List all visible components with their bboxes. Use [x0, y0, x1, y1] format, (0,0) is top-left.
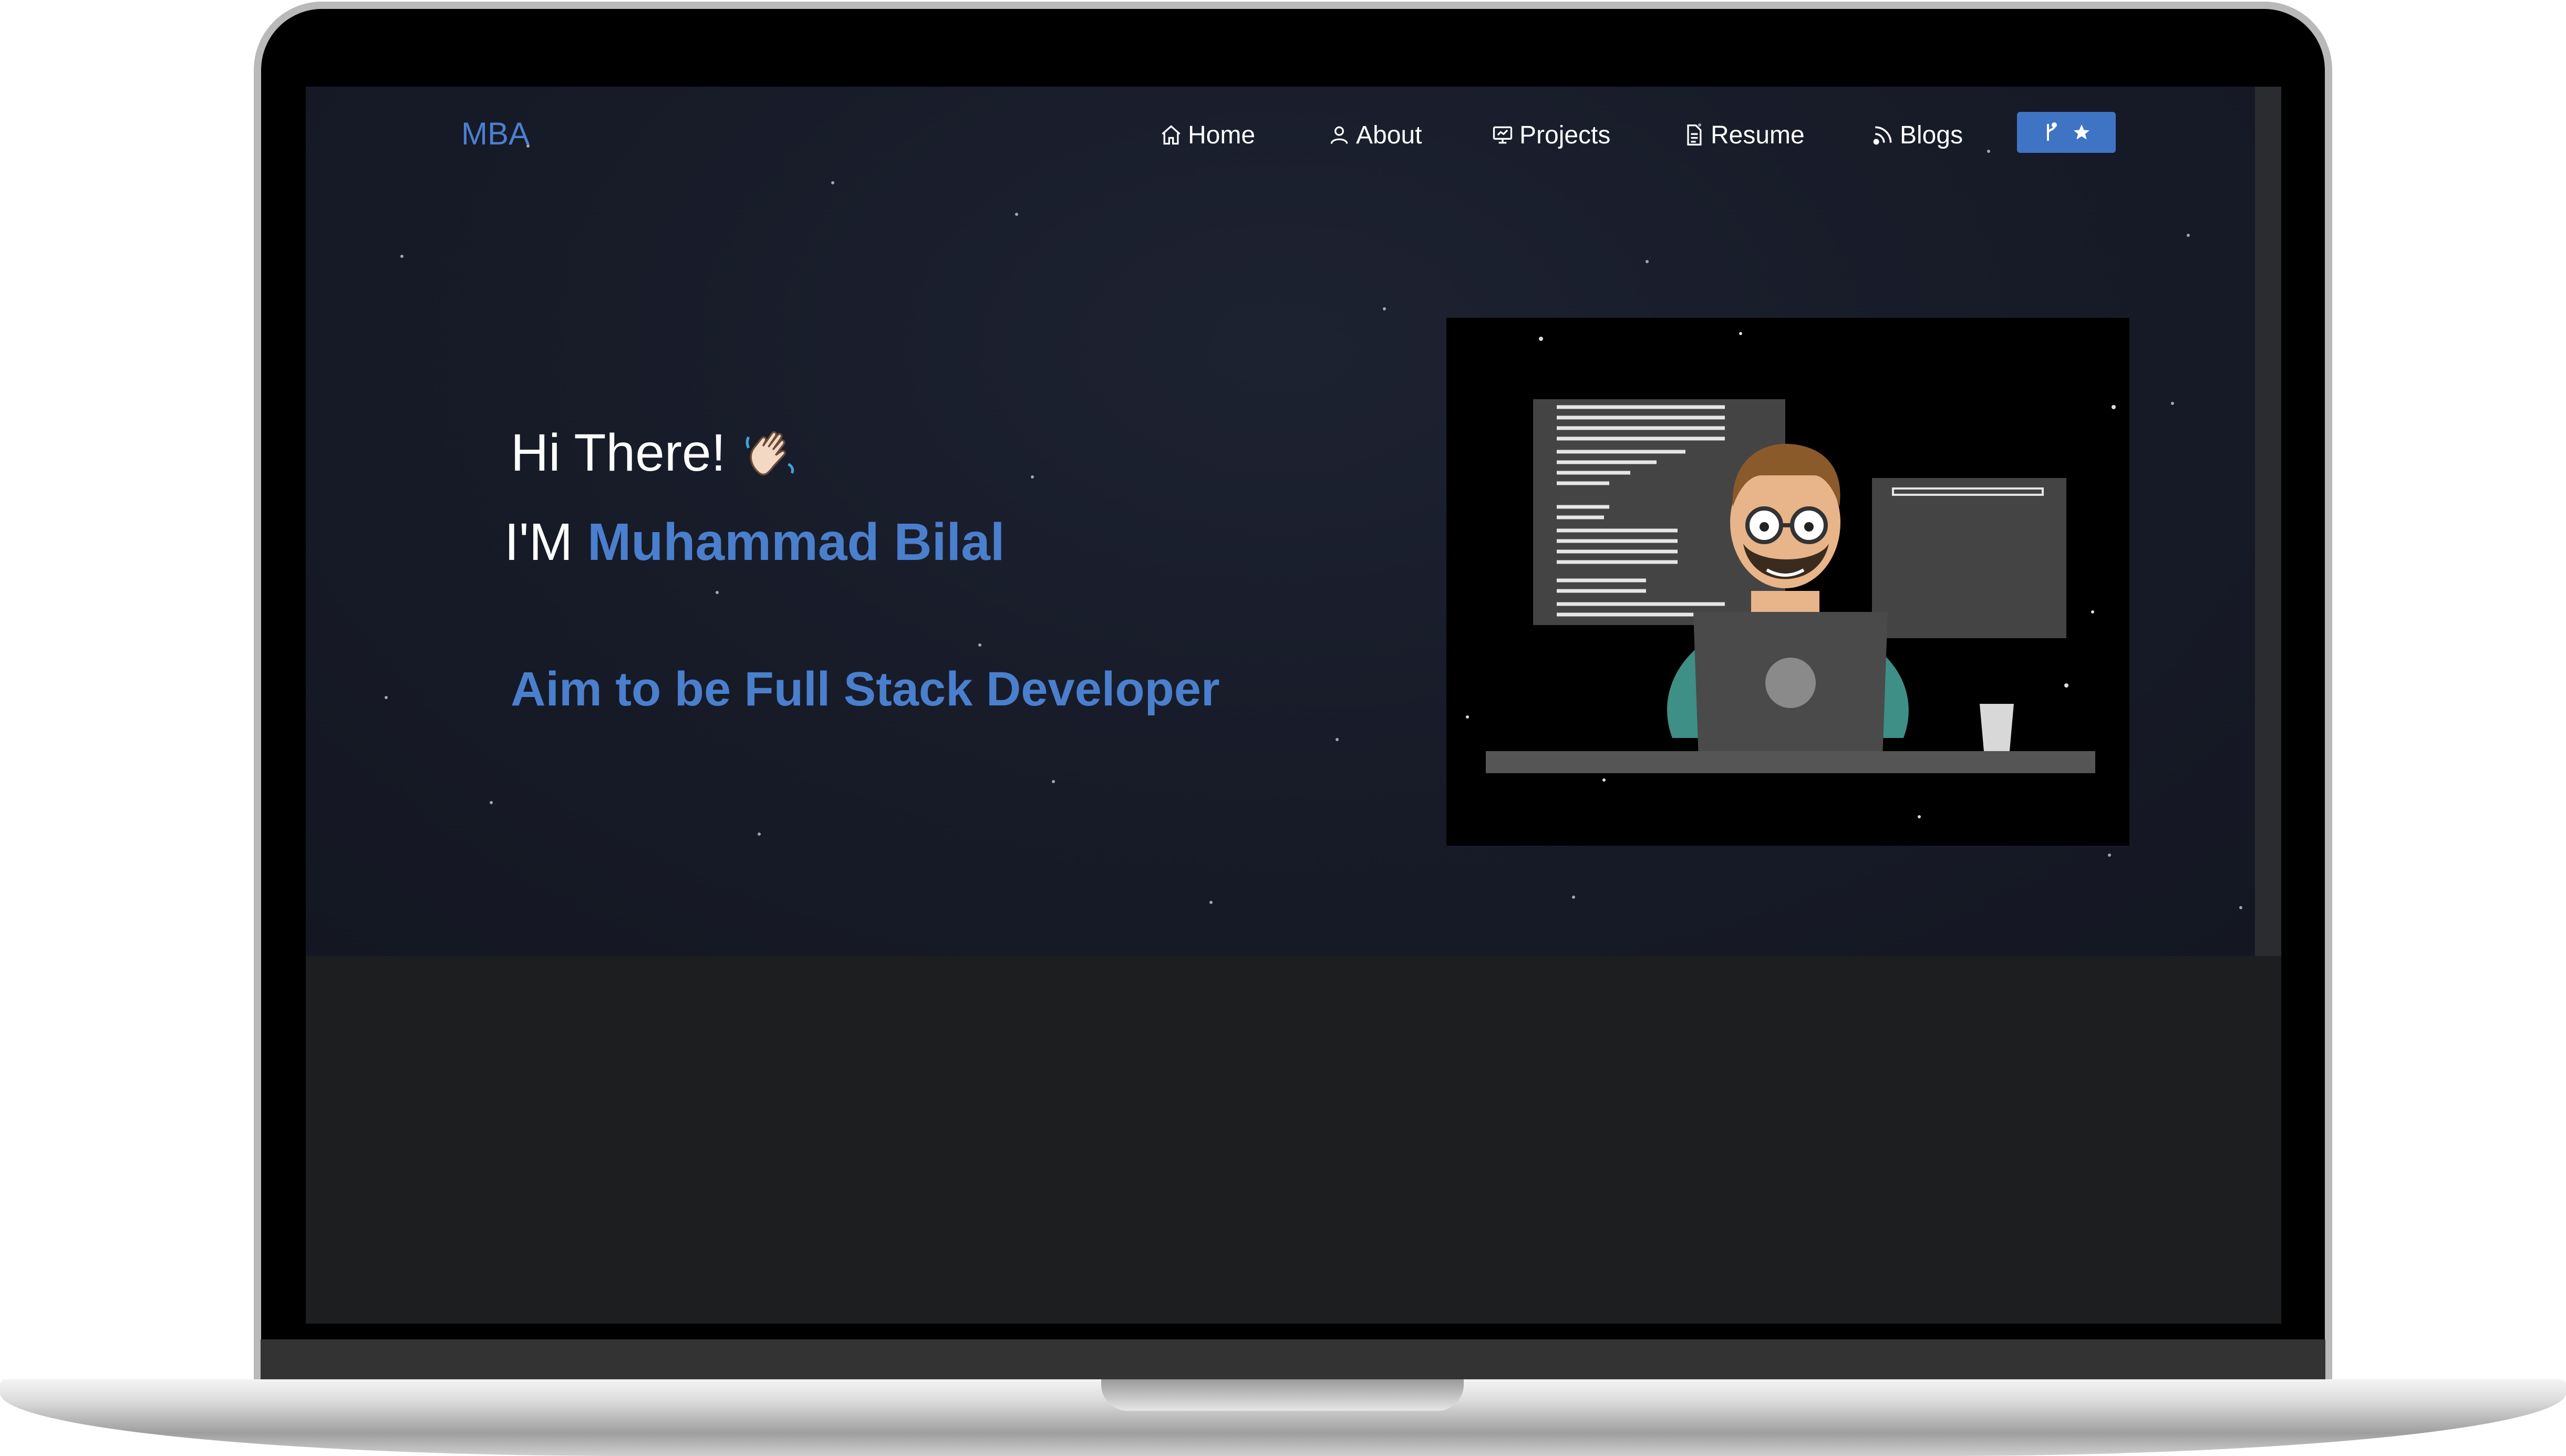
document-icon	[1687, 124, 1702, 145]
star-decoration	[1987, 150, 1990, 153]
nav-item-blogs[interactable]: Blogs	[1871, 114, 1963, 156]
star-decoration	[1383, 307, 1386, 310]
star-decoration	[1646, 260, 1649, 263]
greeting-heading: Hi There!	[511, 423, 799, 483]
feed-icon	[1873, 126, 1892, 145]
nav-item-projects[interactable]: Projects	[1491, 114, 1610, 156]
browser-viewport: MBA Home About Projects Resume Blogs Hi …	[306, 87, 2281, 1324]
star-decoration	[1209, 901, 1213, 904]
user-icon	[1330, 126, 1348, 144]
star-decoration	[978, 643, 981, 647]
nav-item-about[interactable]: About	[1328, 114, 1422, 156]
intro-heading: I'M Muhammad Bilal	[504, 512, 1005, 573]
star-decoration	[1031, 475, 1034, 479]
star-decoration	[2187, 234, 2190, 237]
intro-prefix: I'M	[504, 513, 573, 571]
star-decoration	[2108, 854, 2111, 857]
nav-label-blogs: Blogs	[1900, 121, 1963, 149]
projects-icon	[1493, 126, 1513, 144]
star-decoration	[2171, 402, 2174, 405]
scrollbar[interactable]	[2255, 87, 2281, 956]
star-icon	[2074, 124, 2089, 140]
nav-item-resume[interactable]: Resume	[1682, 114, 1805, 156]
star-decoration	[1336, 738, 1339, 741]
laptop-mockup: MBA Home About Projects Resume Blogs Hi …	[0, 0, 2566, 1456]
star-decoration	[1052, 780, 1055, 783]
star-decoration	[490, 801, 493, 804]
waving-hand-icon	[746, 431, 794, 475]
brand-logo[interactable]: MBA	[461, 116, 530, 152]
star-decoration	[758, 833, 761, 836]
typewriter-tagline: Aim to be Full Stack Developer	[511, 662, 1220, 716]
star-decoration	[1572, 896, 1575, 899]
developer-illustration	[1446, 318, 2129, 846]
developer-name: Muhammad Bilal	[587, 513, 1005, 571]
nav-label-about: About	[1356, 121, 1422, 149]
nav-label-home: Home	[1188, 121, 1256, 149]
laptop-bezel	[261, 1339, 2325, 1380]
greeting-text: Hi There!	[511, 423, 726, 482]
content-section	[306, 956, 2281, 1324]
star-decoration	[1015, 213, 1018, 216]
home-icon	[1162, 125, 1181, 145]
nav-label-projects: Projects	[1519, 121, 1611, 149]
star-decoration	[716, 591, 719, 594]
star-decoration	[400, 255, 403, 258]
nav-item-home[interactable]: Home	[1160, 114, 1255, 156]
git-fork-icon	[2047, 122, 2057, 141]
laptop-notch	[1101, 1379, 1464, 1411]
nav-label-resume: Resume	[1711, 121, 1805, 149]
star-decoration	[385, 696, 388, 699]
github-fork-button[interactable]	[2017, 112, 2116, 153]
star-decoration	[2239, 906, 2242, 909]
star-decoration	[831, 181, 834, 184]
